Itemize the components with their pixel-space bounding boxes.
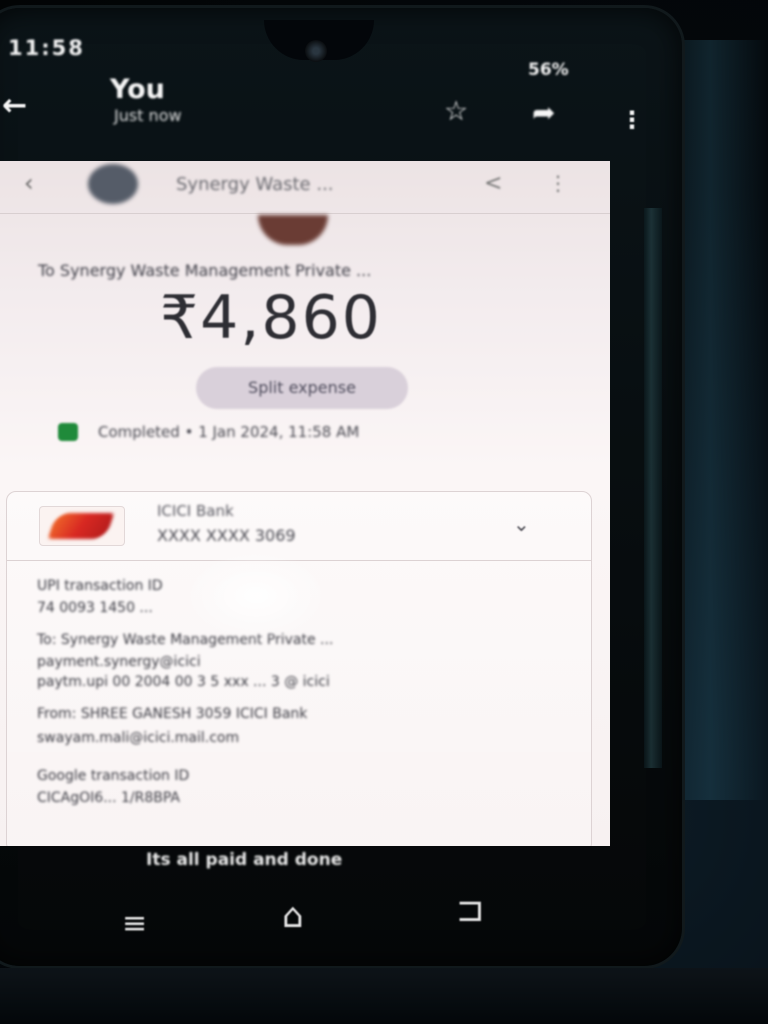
back-icon[interactable]: ⊐	[456, 890, 485, 930]
status-time: 11:58	[8, 36, 85, 60]
completed-check-icon	[58, 423, 78, 441]
detail-line: swayam.mali@icici.mail.com	[37, 730, 240, 746]
transaction-status: Completed • 1 Jan 2024, 11:58 AM	[98, 423, 360, 441]
detail-line: CICAgOI6... 1/R8BPA	[37, 790, 180, 806]
light-glare	[186, 551, 326, 641]
recent-apps-icon[interactable]: ≡	[122, 906, 147, 941]
caption-text: Its all paid and done	[146, 850, 343, 870]
star-icon[interactable]: ☆	[444, 96, 468, 127]
back-arrow-icon[interactable]: ←	[2, 88, 27, 123]
detail-line: payment.synergy@icici	[37, 654, 201, 670]
chevron-left-icon: ‹	[24, 169, 34, 197]
app-bar: ← You Just now ☆ ➦ ⋮	[0, 66, 682, 156]
merchant-name: Synergy Waste ...	[176, 174, 334, 195]
navigation-bar: Its all paid and done ≡ ⌂ ⊐	[0, 844, 682, 954]
more-vert-icon[interactable]: ⋮	[620, 106, 644, 134]
home-icon[interactable]: ⌂	[282, 896, 304, 936]
account-number: XXXX XXXX 3069	[157, 526, 296, 545]
payment-amount: ₹4,860	[160, 283, 382, 353]
split-expense-chip: Split expense	[196, 367, 408, 409]
bank-logo-mark	[47, 513, 115, 539]
status-bar: 11:58 56%	[0, 20, 682, 80]
desk-surface	[0, 968, 768, 1024]
phone-device: 11:58 56% ← You Just now ☆ ➦ ⋮ ‹ Synergy…	[0, 8, 682, 966]
merchant-logo	[258, 215, 328, 245]
sender-title: You	[110, 74, 165, 105]
chevron-down-icon: ⌄	[513, 512, 530, 536]
merchant-avatar	[88, 164, 138, 204]
sender-subtitle: Just now	[114, 106, 182, 125]
detail-line: paytm.upi 00 2004 00 3 5 xxx ... 3 @ ici…	[37, 674, 330, 690]
detail-line: Google transaction ID	[37, 768, 190, 784]
front-camera	[305, 40, 327, 62]
share-icon: <	[484, 171, 503, 196]
more-vert-icon: ⋮	[548, 171, 568, 195]
shared-screenshot: ‹ Synergy Waste ... < ⋮ To Synergy Waste…	[0, 161, 610, 846]
payment-details-card: ICICI Bank XXXX XXXX 3069 ⌄ UPI transact…	[6, 491, 592, 846]
paid-to-label: To Synergy Waste Management Private ...	[38, 261, 372, 280]
bank-name: ICICI Bank	[157, 502, 234, 520]
detail-line: From: SHREE GANESH 3059 ICICI Bank	[37, 706, 308, 722]
share-icon[interactable]: ➦	[532, 96, 555, 129]
phone-side-edge	[644, 208, 662, 768]
bank-logo	[39, 506, 125, 546]
transaction-header: ‹ Synergy Waste ... < ⋮	[0, 161, 610, 214]
